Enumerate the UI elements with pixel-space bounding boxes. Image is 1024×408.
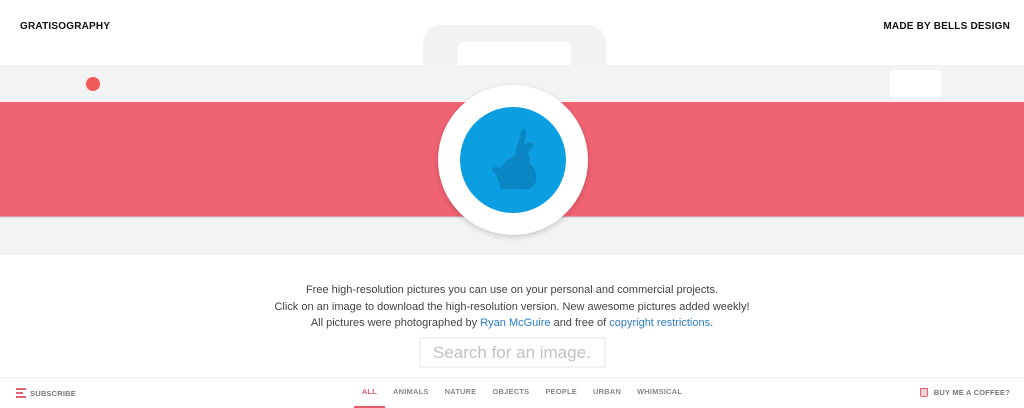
intro-line-3-middle: and free of <box>550 317 610 329</box>
shutter-button-icon <box>86 77 100 91</box>
camera-lens <box>438 85 588 235</box>
category-tab-nature[interactable]: NATURE <box>437 378 485 406</box>
category-list: ALL ANIMALS NATURE OBJECTS PEOPLE URBAN WHIMSI… <box>353 378 690 408</box>
category-tab-all[interactable]: ALL <box>353 378 385 408</box>
category-tab-animals[interactable]: ANIMALS <box>385 378 437 406</box>
intro-line-1: Free high-resolution pictures you can us… <box>305 284 719 296</box>
bottom-bar: ALL ANIMALS NATURE OBJECTS PEOPLE URBAN WHIMSI… <box>0 377 1024 408</box>
photographer-link[interactable]: Ryan McGuire <box>480 317 550 329</box>
intro-line-3: All pictures were photographed by Ryan M… <box>0 315 1024 332</box>
menu-lines-icon <box>16 388 26 398</box>
category-tab-whimsical[interactable]: WHIMSICAL <box>629 378 690 406</box>
coffee-cup-icon <box>919 388 928 397</box>
category-tab-people[interactable]: PEOPLE <box>537 378 585 406</box>
intro-line-3-prefix: All pictures were photographed by <box>310 317 481 329</box>
intro-text: Free high-resolution pictures you can us… <box>0 282 1024 332</box>
intro-line-2: Click on an image to download the high-r… <box>274 300 750 313</box>
subscribe-label: SUBSCRIBE <box>30 388 76 398</box>
buy-coffee-button[interactable]: BUY ME A COFFEE? <box>919 388 1010 397</box>
category-tab-urban[interactable]: URBAN <box>585 378 629 406</box>
lens-glass <box>460 107 566 213</box>
copyright-link[interactable]: copyright restrictions <box>609 317 710 329</box>
intro-line-3-suffix: . <box>710 317 714 329</box>
coffee-label: BUY ME A COFFEE? <box>933 388 1010 397</box>
category-nav: ALL ANIMALS NATURE OBJECTS PEOPLE URBAN WHIMSI… <box>0 378 1024 408</box>
camera-flash <box>890 70 941 98</box>
subscribe-button[interactable]: SUBSCRIBE <box>16 388 76 398</box>
search-input[interactable] <box>419 337 606 368</box>
category-tab-objects[interactable]: OBJECTS <box>484 378 537 406</box>
camera-illustration <box>0 0 1024 260</box>
rabbit-icon <box>492 128 537 190</box>
